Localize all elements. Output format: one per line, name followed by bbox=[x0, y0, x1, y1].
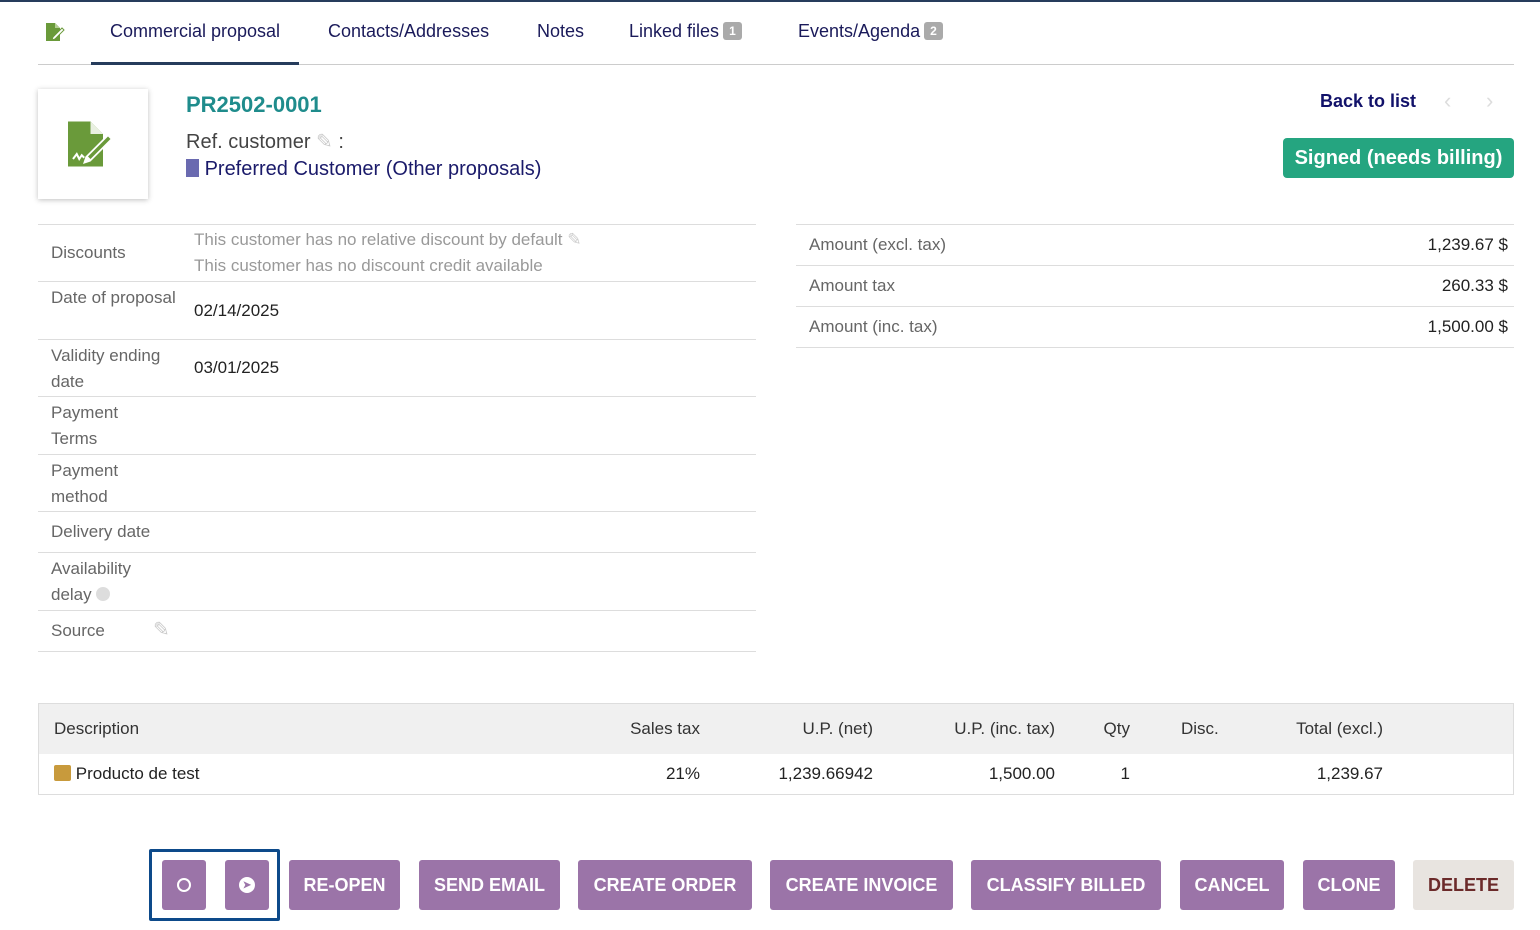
customer-row: Preferred Customer (Other proposals) bbox=[186, 158, 541, 181]
ref-customer-label: Ref. customer bbox=[186, 131, 311, 153]
col-description: Description bbox=[54, 719, 140, 738]
tab-contacts-addresses[interactable]: Contacts/Addresses bbox=[328, 21, 489, 42]
lines-table: Description Sales tax U.P. (net) U.P. (i… bbox=[38, 703, 1514, 795]
amounts-table: Amount (excl. tax) 1,239.67 $ Amount tax 2… bbox=[796, 224, 1514, 348]
amount-tax-row: Amount tax 260.33 $ bbox=[796, 266, 1514, 307]
field-discounts: Discounts This customer has no relative … bbox=[38, 225, 756, 282]
amount-value: 260.33 $ bbox=[1441, 276, 1508, 295]
field-label: Payment Terms bbox=[51, 403, 119, 448]
field-label: Validity ending date bbox=[51, 346, 161, 391]
amount-label: Amount (inc. tax) bbox=[809, 317, 938, 336]
reopen-button[interactable]: RE-OPEN bbox=[289, 860, 400, 910]
col-sales-tax: Sales tax bbox=[630, 719, 700, 738]
count-badge: 2 bbox=[924, 22, 943, 40]
product-box-icon bbox=[54, 765, 71, 781]
tab-label: Linked files bbox=[629, 21, 720, 41]
cancel-button[interactable]: CANCEL bbox=[1180, 860, 1284, 910]
line-up-net: 1,239.66942 bbox=[778, 764, 873, 783]
line-total: 1,239.67 bbox=[1316, 764, 1383, 783]
col-qty: Qty bbox=[1103, 719, 1130, 738]
whatsapp-icon bbox=[177, 878, 191, 892]
signed-document-icon bbox=[68, 121, 113, 167]
amount-label: Amount tax bbox=[809, 276, 895, 295]
colon: : bbox=[338, 131, 344, 153]
amount-label: Amount (excl. tax) bbox=[809, 235, 946, 254]
telegram-icon: ➤ bbox=[239, 877, 255, 893]
field-availability-delay: Availability delay bbox=[38, 553, 756, 611]
field-delivery-date: Delivery date bbox=[38, 512, 756, 553]
proposal-fields: Discounts This customer has no relative … bbox=[38, 224, 756, 652]
discount-credit-text: This customer has no discount credit ava… bbox=[194, 256, 543, 275]
field-label: Payment method bbox=[51, 461, 119, 506]
col-disc: Disc. bbox=[1181, 719, 1219, 738]
line-up-inc: 1,500.00 bbox=[988, 764, 1055, 783]
amount-inc-tax-row: Amount (inc. tax) 1,500.00 $ bbox=[796, 307, 1514, 348]
delete-button[interactable]: DELETE bbox=[1413, 860, 1514, 910]
table-row[interactable]: Producto de test 21% 1,239.66942 1,500.0… bbox=[39, 754, 1513, 794]
building-icon bbox=[186, 159, 199, 177]
whatsapp-button[interactable] bbox=[162, 860, 206, 910]
field-label: Delivery date bbox=[51, 522, 151, 541]
proposal-module-icon bbox=[45, 22, 67, 47]
line-description[interactable]: Producto de test bbox=[54, 764, 200, 784]
previous-record-icon[interactable]: ‹ bbox=[1444, 88, 1451, 114]
telegram-button[interactable]: ➤ bbox=[225, 860, 269, 910]
lines-header: Description Sales tax U.P. (net) U.P. (i… bbox=[39, 704, 1513, 754]
col-total-excl: Total (excl.) bbox=[1296, 719, 1383, 738]
field-value: 03/01/2025 bbox=[194, 358, 280, 377]
tab-notes[interactable]: Notes bbox=[537, 21, 584, 42]
field-validity-ending-date: Validity ending date 03/01/2025 bbox=[38, 340, 756, 397]
customer-link[interactable]: Preferred Customer bbox=[205, 158, 381, 180]
tab-linked-files[interactable]: Linked files 1 bbox=[629, 21, 742, 42]
classify-billed-button[interactable]: CLASSIFY BILLED bbox=[971, 860, 1161, 910]
col-up-inc-tax: U.P. (inc. tax) bbox=[954, 719, 1055, 738]
relative-discount-text: This customer has no relative discount b… bbox=[194, 230, 582, 249]
field-payment-method: Payment method bbox=[38, 455, 756, 512]
field-label: Availability delay bbox=[51, 559, 132, 604]
field-label: Date of proposal bbox=[51, 288, 176, 307]
line-tax: 21% bbox=[665, 764, 700, 783]
field-source: Source ✎ bbox=[38, 611, 756, 652]
amount-excl-tax-row: Amount (excl. tax) 1,239.67 $ bbox=[796, 225, 1514, 266]
clone-button[interactable]: CLONE bbox=[1303, 860, 1395, 910]
proposal-ref: PR2502-0001 bbox=[186, 92, 322, 117]
proposal-logo bbox=[38, 89, 148, 199]
status-badge: Signed (needs billing) bbox=[1283, 138, 1514, 178]
ref-customer-row: Ref. customer ✎ : bbox=[186, 129, 344, 154]
edit-pencil-icon[interactable]: ✎ bbox=[153, 617, 170, 642]
tab-events-agenda[interactable]: Events/Agenda 2 bbox=[798, 21, 943, 42]
line-qty: 1 bbox=[1120, 764, 1130, 783]
edit-pencil-icon[interactable]: ✎ bbox=[316, 131, 333, 153]
tab-commercial-proposal[interactable]: Commercial proposal bbox=[91, 21, 300, 65]
send-email-button[interactable]: SEND EMAIL bbox=[419, 860, 560, 910]
edit-pencil-icon[interactable]: ✎ bbox=[567, 230, 581, 249]
other-proposals-link[interactable]: (Other proposals) bbox=[386, 158, 542, 180]
col-up-net: U.P. (net) bbox=[802, 719, 873, 738]
amount-value: 1,500.00 $ bbox=[1427, 317, 1508, 336]
create-invoice-button[interactable]: CREATE INVOICE bbox=[770, 860, 953, 910]
create-order-button[interactable]: CREATE ORDER bbox=[578, 860, 752, 910]
amount-value: 1,239.67 $ bbox=[1427, 235, 1508, 254]
count-badge: 1 bbox=[723, 22, 742, 40]
field-date-of-proposal: Date of proposal 02/14/2025 bbox=[38, 282, 756, 340]
tab-bar: Commercial proposal Contacts/Addresses N… bbox=[38, 2, 1514, 65]
info-icon[interactable] bbox=[96, 587, 111, 601]
tab-label: Events/Agenda bbox=[798, 21, 921, 41]
field-label: Discounts bbox=[51, 243, 126, 262]
field-payment-terms: Payment Terms bbox=[38, 397, 756, 455]
next-record-icon[interactable]: › bbox=[1486, 88, 1493, 114]
field-value: 02/14/2025 bbox=[194, 301, 280, 320]
back-to-list-link[interactable]: Back to list bbox=[1320, 91, 1416, 112]
